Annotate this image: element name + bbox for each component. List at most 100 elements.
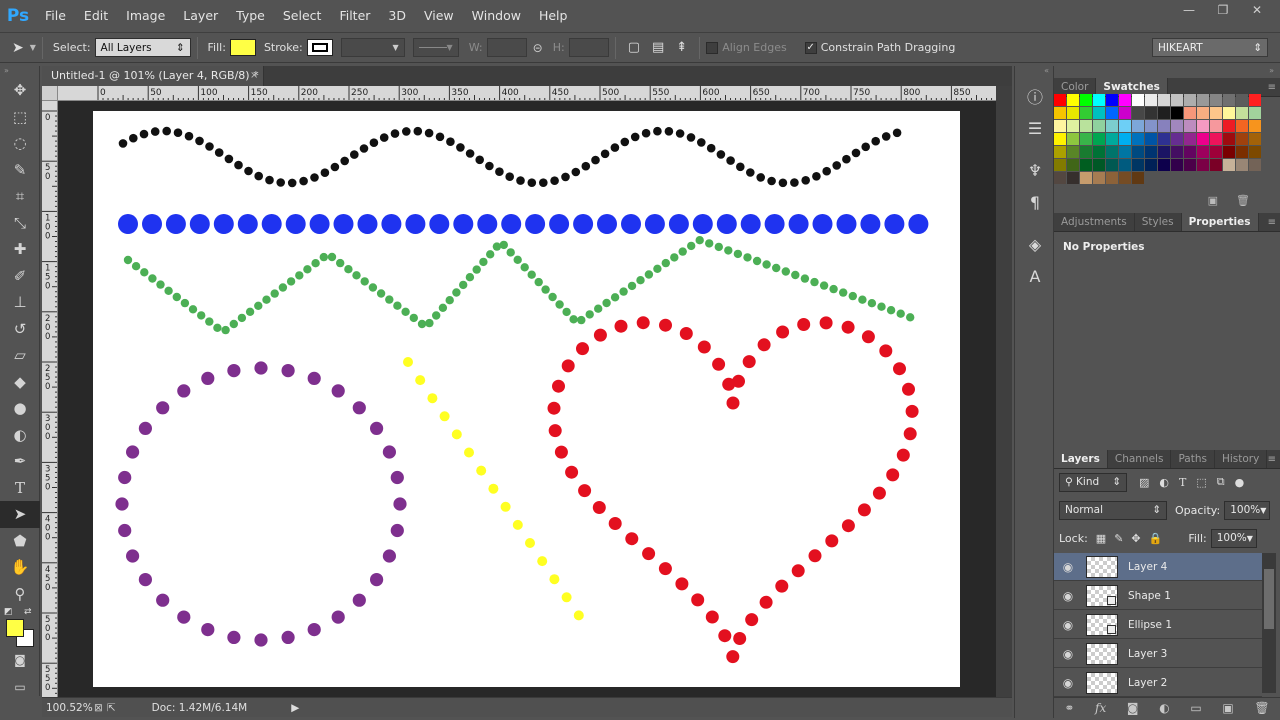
filter-shape-icon[interactable]: ⬚: [1196, 476, 1206, 489]
color-swatch[interactable]: [1106, 159, 1118, 171]
layer-row[interactable]: ◉ Layer 2: [1054, 669, 1262, 697]
color-swatch[interactable]: [1210, 120, 1222, 132]
color-swatch[interactable]: [1080, 146, 1092, 158]
lasso-tool-icon[interactable]: ◌: [0, 130, 40, 157]
blend-mode-dropdown[interactable]: Normal ⇕: [1059, 500, 1167, 520]
menu-edit[interactable]: Edit: [75, 0, 117, 32]
color-swatch[interactable]: [1093, 120, 1105, 132]
filter-toggle-icon[interactable]: ●: [1235, 476, 1245, 489]
color-swatch[interactable]: [1158, 133, 1170, 145]
tab-layers[interactable]: Layers: [1054, 450, 1108, 468]
menu-select[interactable]: Select: [274, 0, 331, 32]
crop-tool-icon[interactable]: ⌗: [0, 183, 40, 210]
blur-tool-icon[interactable]: ●: [0, 395, 40, 422]
color-swatch[interactable]: [1106, 146, 1118, 158]
panel-menu-icon[interactable]: ≡: [1268, 78, 1276, 97]
color-swatch[interactable]: [1158, 107, 1170, 119]
layer-style-icon[interactable]: fx: [1095, 701, 1106, 715]
delete-layer-icon[interactable]: 🗑: [1254, 701, 1269, 715]
color-swatch[interactable]: [1080, 120, 1092, 132]
color-swatch[interactable]: [1054, 159, 1066, 171]
layer-row[interactable]: ◉ Layer 4: [1054, 553, 1262, 581]
color-swatch[interactable]: [1184, 159, 1196, 171]
color-swatch[interactable]: [1210, 107, 1222, 119]
path-select-tool-icon[interactable]: ➤: [12, 40, 24, 56]
tab-channels[interactable]: Channels: [1108, 450, 1172, 468]
color-swatch[interactable]: [1197, 107, 1209, 119]
document-vertical-scrollbar[interactable]: [996, 86, 1012, 697]
menu-window[interactable]: Window: [463, 0, 530, 32]
color-swatch[interactable]: [1093, 172, 1105, 184]
color-swatch[interactable]: [1119, 146, 1131, 158]
color-swatch[interactable]: [1119, 172, 1131, 184]
layer-row[interactable]: ◉ Ellipse 1: [1054, 611, 1262, 639]
new-swatch-icon[interactable]: ▣: [1208, 194, 1218, 212]
color-swatch[interactable]: [1132, 107, 1144, 119]
color-swatch[interactable]: [1093, 146, 1105, 158]
color-swatch[interactable]: [1054, 120, 1066, 132]
color-swatch[interactable]: [1067, 107, 1079, 119]
delete-swatch-icon[interactable]: 🗑: [1236, 194, 1250, 212]
dodge-tool-icon[interactable]: ◐: [0, 422, 40, 449]
tab-history[interactable]: History: [1215, 450, 1268, 468]
color-swatch[interactable]: [1197, 133, 1209, 145]
color-swatch[interactable]: [1223, 94, 1235, 106]
screen-mode-icon[interactable]: ▭: [0, 674, 40, 701]
type-tool-icon[interactable]: T: [0, 475, 40, 502]
color-swatch[interactable]: [1145, 146, 1157, 158]
color-swatch[interactable]: [1119, 159, 1131, 171]
paint-bucket-icon[interactable]: ◆: [0, 369, 40, 396]
adjustment-layer-icon[interactable]: ◐: [1159, 701, 1169, 715]
horizontal-ruler[interactable]: 0 50 100 150 200 250 300 350 400 450 500 550 600 650 7…: [58, 86, 996, 101]
layer-row[interactable]: ◉ Layer 3: [1054, 640, 1262, 668]
panel-menu-icon[interactable]: ≡: [1268, 213, 1276, 232]
color-swatch[interactable]: [1249, 146, 1261, 158]
path-selection-tool-icon[interactable]: ➤: [0, 501, 40, 528]
lock-pixels-icon[interactable]: ✎: [1114, 532, 1123, 545]
stamp-tool-icon[interactable]: ⊥: [0, 289, 40, 316]
status-export-icon[interactable]: ⇱: [107, 702, 116, 714]
color-swatch[interactable]: [1236, 133, 1248, 145]
layer-filter-kind-dropdown[interactable]: ⚲ Kind ⇕: [1059, 472, 1127, 492]
default-colors-icon[interactable]: ◩: [4, 607, 13, 617]
brush-tool-icon[interactable]: ✐: [0, 263, 40, 290]
color-swatch[interactable]: [1158, 159, 1170, 171]
path-alignment-icon[interactable]: ▤: [652, 40, 664, 55]
color-swatch[interactable]: [1067, 94, 1079, 106]
filter-smart-object-icon[interactable]: ⧉: [1217, 475, 1225, 489]
new-layer-icon[interactable]: ▣: [1222, 701, 1233, 715]
color-swatch[interactable]: [1197, 146, 1209, 158]
color-swatch[interactable]: [1080, 107, 1092, 119]
color-swatch[interactable]: [1249, 120, 1261, 132]
color-swatch[interactable]: [1171, 107, 1183, 119]
width-field[interactable]: [486, 38, 527, 57]
3d-cube-icon[interactable]: ◈: [1015, 228, 1055, 260]
lock-transparency-icon[interactable]: ▦: [1096, 532, 1106, 545]
color-swatch[interactable]: [1158, 94, 1170, 106]
status-share-icon[interactable]: ⊠: [94, 702, 103, 714]
color-swatch[interactable]: [1080, 133, 1092, 145]
eyedropper-tool-icon[interactable]: ⤡: [0, 210, 40, 237]
color-swatch[interactable]: [1106, 107, 1118, 119]
fill-field[interactable]: 100% ▼: [1210, 528, 1257, 548]
color-swatch[interactable]: [1145, 159, 1157, 171]
filter-type-icon[interactable]: T: [1179, 476, 1186, 489]
restore-button[interactable]: ❐: [1206, 0, 1240, 20]
color-swatch[interactable]: [1132, 146, 1144, 158]
panel-collapse-icon[interactable]: »: [0, 66, 39, 77]
panel-dock-collapse-icon[interactable]: »: [1054, 66, 1280, 78]
history-brush-icon[interactable]: ↺: [0, 316, 40, 343]
color-swatch[interactable]: [1236, 120, 1248, 132]
color-swatch[interactable]: [1119, 120, 1131, 132]
color-swatch[interactable]: [1145, 107, 1157, 119]
zoom-tool-icon[interactable]: ⚲: [0, 581, 40, 608]
new-group-icon[interactable]: ▭: [1190, 701, 1201, 715]
swap-colors-icon[interactable]: ⇄: [24, 607, 32, 617]
menu-image[interactable]: Image: [117, 0, 174, 32]
color-swatch[interactable]: [1223, 107, 1235, 119]
menu-layer[interactable]: Layer: [174, 0, 227, 32]
color-swatch[interactable]: [1236, 94, 1248, 106]
panel-menu-icon[interactable]: ≡: [1268, 450, 1276, 469]
path-arrangement-icon[interactable]: ⇞: [676, 40, 687, 55]
layers-scrollbar[interactable]: [1262, 553, 1276, 693]
